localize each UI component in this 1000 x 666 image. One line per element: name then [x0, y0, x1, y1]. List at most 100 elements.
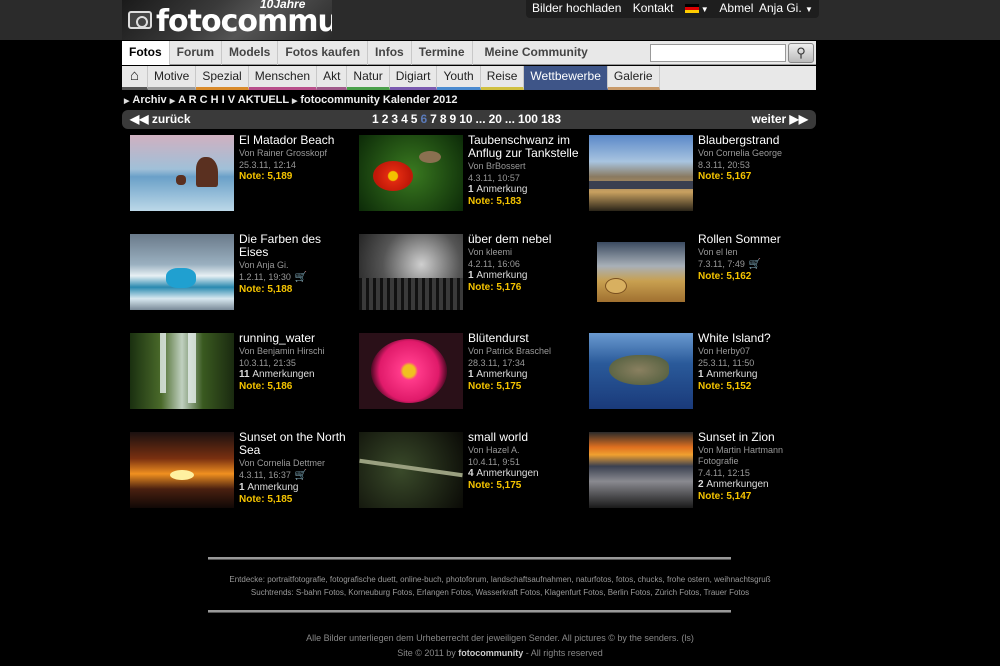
photo-thumbnail[interactable] [359, 333, 463, 409]
photo-notes[interactable]: 4 Anmerkungen [468, 468, 580, 480]
subnav-item-wettbewerbe[interactable]: Wettbewerbe [524, 66, 608, 90]
photo-title[interactable]: El Matador Beach [239, 134, 351, 147]
subnav-item-menschen[interactable]: Menschen [248, 66, 318, 90]
footer-site-suffix: - All rights reserved [525, 648, 603, 658]
page-number-link[interactable]: 2 [382, 112, 389, 126]
page-number-link[interactable]: 183 [541, 112, 561, 126]
home-icon[interactable]: ⌂ [122, 66, 148, 90]
photo-notes[interactable]: 11 Anmerkungen [239, 369, 351, 381]
photo-author[interactable]: Von Hazel A. [468, 445, 580, 456]
photo-notes[interactable]: 1 Anmerkung [468, 184, 580, 196]
photo-notes[interactable]: 2 Anmerkungen [698, 479, 810, 491]
photo-info: Die Farben des Eises Von Anja Gi. 1.2.11, … [239, 233, 351, 296]
prev-page-button[interactable]: ◀◀ zurück [130, 112, 191, 126]
page-number-link[interactable]: 7 [430, 112, 437, 126]
page-number-link[interactable]: 20 [489, 112, 502, 126]
photo-date-row: 8.3.11, 20:53 [698, 159, 810, 171]
tab-forum[interactable]: Forum [170, 41, 223, 65]
photo-thumbnail[interactable] [130, 234, 234, 310]
photo-author[interactable]: Von Patrick Braschel [468, 346, 580, 357]
photo-title[interactable]: Blaubergstrand [698, 134, 810, 147]
photo-title[interactable]: small world [468, 431, 580, 444]
photo-thumbnail[interactable] [130, 135, 234, 211]
breadcrumb-archiv-aktuell[interactable]: A R C H I V AKTUELL [178, 94, 289, 106]
photo-title[interactable]: Rollen Sommer [698, 233, 810, 246]
photo-title[interactable]: über dem nebel [468, 233, 580, 246]
photo-thumbnail[interactable] [589, 333, 693, 409]
photo-notes[interactable]: 1 Anmerkung [468, 270, 580, 282]
fotocommunity-logo[interactable]: fotocommunity 10Jahre [122, 0, 332, 40]
photo-author[interactable]: Von BrBossert [468, 161, 580, 172]
photo-title[interactable]: running_water [239, 332, 351, 345]
user-menu[interactable]: Anja Gi. ▼ [753, 0, 819, 18]
photo-author[interactable]: Von Martin Hartmann Fotografie [698, 445, 810, 467]
subnav-item-akt[interactable]: Akt [317, 66, 348, 90]
tab-termine[interactable]: Termine [412, 41, 473, 65]
photo-author[interactable]: Von Rainer Grosskopf [239, 148, 351, 159]
page-number-link[interactable]: 10 [459, 112, 472, 126]
tab-models[interactable]: Models [222, 41, 279, 65]
photo-thumbnail[interactable] [130, 432, 234, 508]
page-number-link[interactable]: 5 [411, 112, 418, 126]
page-number-link[interactable]: 3 [391, 112, 398, 126]
cart-icon[interactable]: 🛒 [295, 272, 307, 283]
photo-author[interactable]: Von kleemi [468, 247, 580, 258]
photo-title[interactable]: Blütendurst [468, 332, 580, 345]
next-label: weiter [751, 112, 787, 126]
photo-thumbnail[interactable] [130, 333, 234, 409]
cart-icon[interactable]: 🛒 [295, 470, 307, 481]
search-button[interactable]: ⚲ [788, 43, 814, 63]
photo-thumbnail[interactable] [359, 234, 463, 310]
photo-date: 4.2.11, 16:06 [468, 259, 520, 269]
photo-author[interactable]: Von Cornelia George [698, 148, 810, 159]
photo-thumbnail[interactable] [589, 234, 693, 310]
subnav-item-reise[interactable]: Reise [480, 66, 525, 90]
cart-icon[interactable]: 🛒 [749, 259, 761, 270]
photo-title[interactable]: White Island? [698, 332, 810, 345]
photo-notes[interactable]: 1 Anmerkung [468, 369, 580, 381]
breadcrumb-kalender[interactable]: fotocommunity Kalender 2012 [300, 94, 457, 106]
photo-date: 7.4.11, 12:15 [698, 468, 750, 478]
tab-infos[interactable]: Infos [368, 41, 412, 65]
breadcrumb-archiv[interactable]: Archiv [132, 94, 166, 106]
contact-link[interactable]: Kontakt [633, 1, 674, 15]
notes-count: 2 [698, 479, 704, 490]
footer-site-name[interactable]: fotocommunity [458, 648, 523, 658]
upload-link[interactable]: Bilder hochladen [532, 1, 621, 15]
photo-author[interactable]: Von Cornelia Dettmer [239, 458, 351, 469]
page-number-link[interactable]: 1 [372, 112, 379, 126]
subnav-item-youth[interactable]: Youth [437, 66, 481, 90]
search-input[interactable] [650, 44, 786, 62]
page-number-link[interactable]: 100 [518, 112, 538, 126]
photo-author[interactable]: Von Benjamin Hirschi [239, 346, 351, 357]
page-number-link[interactable]: 6 [420, 112, 427, 126]
subnav-item-galerie[interactable]: Galerie [607, 66, 660, 90]
photo-author[interactable]: Von Herby07 [698, 346, 810, 357]
subnav-item-digiart[interactable]: Digiart [389, 66, 438, 90]
photo-thumbnail[interactable] [359, 135, 463, 211]
tab-my-community[interactable]: Meine Community [485, 41, 588, 65]
photo-thumbnail[interactable] [589, 432, 693, 508]
page-number-link[interactable]: 9 [450, 112, 457, 126]
photo-title[interactable]: Die Farben des Eises [239, 233, 351, 259]
tab-fotos-kaufen[interactable]: Fotos kaufen [278, 41, 369, 65]
language-selector[interactable]: ▼ [684, 1, 709, 15]
photo-date-row: 28.3.11, 17:34 [468, 357, 580, 369]
photo-title[interactable]: Sunset in Zion [698, 431, 810, 444]
subnav-item-motive[interactable]: Motive [148, 66, 197, 90]
photo-thumbnail[interactable] [589, 135, 693, 211]
page-number-link[interactable]: 8 [440, 112, 447, 126]
subnav-item-natur[interactable]: Natur [347, 66, 390, 90]
photo-thumbnail[interactable] [359, 432, 463, 508]
photo-title[interactable]: Sunset on the North Sea [239, 431, 351, 457]
page-number-link[interactable]: 4 [401, 112, 408, 126]
photo-author[interactable]: Von el len [698, 247, 810, 258]
tab-fotos[interactable]: Fotos [122, 41, 170, 65]
photo-notes[interactable]: 1 Anmerkung [698, 369, 810, 381]
photo-notes[interactable]: 1 Anmerkung [239, 482, 351, 494]
photo-author[interactable]: Von Anja Gi. [239, 260, 351, 271]
subnav-item-spezial[interactable]: Spezial [196, 66, 249, 90]
next-page-button[interactable]: weiter ▶▶ [752, 112, 809, 126]
photo-title[interactable]: Taubenschwanz im Anflug zur Tankstelle [468, 134, 580, 160]
footer-site-prefix: Site © 2011 by [397, 648, 456, 658]
